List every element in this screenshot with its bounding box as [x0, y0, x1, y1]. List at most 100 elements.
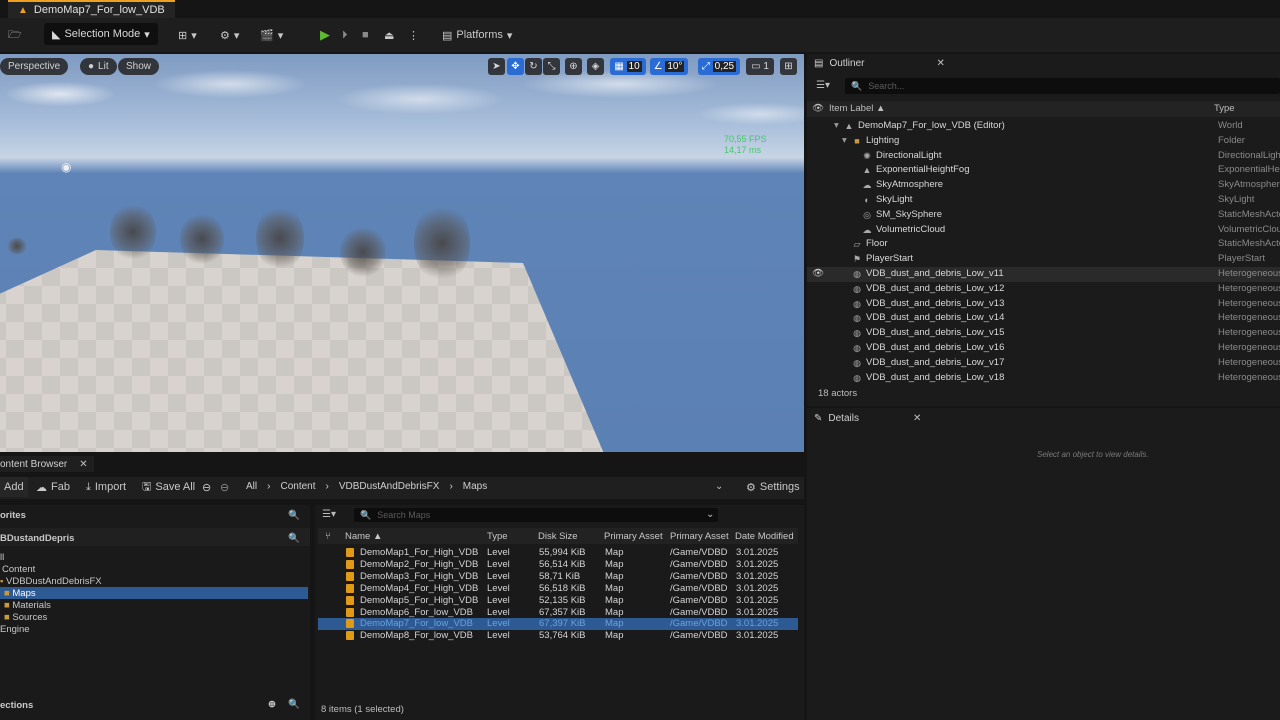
visibility-eye-icon[interactable]: 👁: [812, 268, 824, 279]
play-button[interactable]: ▶: [314, 23, 336, 47]
outliner-row[interactable]: ◍ VDB_dust_and_debris_Low_v17: [807, 356, 1280, 371]
expand-arrow-icon[interactable]: ▾: [834, 120, 839, 131]
close-icon[interactable]: ✕: [913, 413, 921, 424]
type-column-header[interactable]: Type: [487, 531, 508, 542]
outliner-row[interactable]: ▾ ■ Lighting: [807, 134, 1280, 149]
surface-snap-icon[interactable]: ◈: [587, 58, 604, 75]
primary-asset-type-column-header[interactable]: Primary Asset: [604, 531, 663, 542]
outliner-row[interactable]: ◍ VDB_dust_and_debris_Low_v15: [807, 326, 1280, 341]
search-icon[interactable]: 🔍: [288, 510, 300, 521]
tree-vdbdustanddebrisfx[interactable]: ▪ VDBDustAndDebrisFX: [0, 576, 102, 587]
asset-row[interactable]: DemoMap6_For_low_VDB Level 67,357 KiB Map/G…: [318, 607, 798, 619]
outliner-row[interactable]: 👁 ◍ VDB_dust_and_debris_Low_v11: [807, 267, 1280, 282]
level-viewport[interactable]: ◉: [0, 54, 804, 452]
player-start-icon[interactable]: ◉: [61, 160, 71, 174]
close-icon[interactable]: ✕: [936, 58, 944, 69]
import-button[interactable]: ⤓ Import: [80, 477, 132, 497]
settings-button[interactable]: ⚙ Settings: [740, 477, 806, 497]
add-button[interactable]: Add: [0, 477, 28, 497]
stop-button[interactable]: ■: [356, 23, 375, 47]
outliner-row[interactable]: ◎ SM_SkySphere: [807, 208, 1280, 223]
play-options-button[interactable]: ⋮: [402, 23, 425, 47]
asset-row[interactable]: DemoMap5_For_High_VDB Level 52,135 KiB Map /…: [318, 595, 798, 607]
disk-size-column-header[interactable]: Disk Size: [538, 531, 578, 542]
filter-icon[interactable]: ☰▾: [816, 80, 830, 91]
fab-button[interactable]: ☁ Fab: [30, 477, 76, 497]
scale-tool-icon[interactable]: ⤡: [543, 58, 560, 75]
chevron-down-icon[interactable]: ⌄: [715, 481, 723, 492]
name-column-header[interactable]: Name ▲: [345, 531, 382, 542]
cinematics-button[interactable]: 🎬 ▾: [254, 23, 289, 47]
world-local-icon[interactable]: ⊕: [565, 58, 582, 75]
view-mode-button[interactable]: ● Lit: [80, 58, 117, 75]
item-label-column-header[interactable]: Item Label ▲: [829, 103, 885, 114]
project-root[interactable]: BDustandDepris 🔍: [0, 533, 310, 544]
favorites-section[interactable]: orites 🔍: [0, 510, 310, 524]
primary-asset-name-column-header[interactable]: Primary Asset: [670, 531, 729, 542]
maximize-viewport-icon[interactable]: ⊞: [780, 58, 797, 75]
collections-section[interactable]: ections ⊕ 🔍: [0, 699, 310, 711]
platforms-button[interactable]: ▤ Platforms ▾: [436, 23, 518, 47]
outliner-search-input[interactable]: 🔍 Search...: [845, 78, 1280, 94]
add-actor-button[interactable]: ⊞ ▾: [172, 23, 203, 47]
asset-row[interactable]: DemoMap2_For_High_VDB Level 56,514 KiB Map /…: [318, 559, 798, 571]
tree-engine[interactable]: Engine: [0, 624, 30, 635]
outliner-row[interactable]: ▲ ExponentialHeightFog: [807, 163, 1280, 178]
perspective-button[interactable]: Perspective: [0, 58, 69, 75]
asset-search-input[interactable]: 🔍 Search Maps: [354, 508, 718, 522]
blueprint-button[interactable]: ⚙ ▾: [214, 23, 245, 47]
type-column-header[interactable]: Type: [1214, 103, 1235, 114]
vdb-smoke-volume[interactable]: [110, 202, 156, 262]
outliner-row[interactable]: ◍ VDB_dust_and_debris_Low_v18: [807, 371, 1280, 386]
asset-row[interactable]: DemoMap3_For_High_VDB Level 58,71 KiB Map/G…: [318, 571, 798, 583]
translate-tool-icon[interactable]: ✥: [507, 58, 524, 75]
select-tool-icon[interactable]: ➤: [488, 58, 505, 75]
breadcrumb-maps[interactable]: Maps: [463, 481, 487, 492]
asset-row[interactable]: DemoMap1_For_High_VDB Level 55,994 KiB Map /…: [318, 547, 798, 559]
rotate-tool-icon[interactable]: ↻: [525, 58, 542, 75]
floor-plane[interactable]: [0, 250, 628, 452]
save-current-icon[interactable]: 🗁: [2, 23, 28, 47]
outliner-row[interactable]: ◐ SkyLight: [807, 193, 1280, 208]
content-browser-tab[interactable]: ontent Browser ✕: [0, 456, 94, 472]
selection-mode-dropdown[interactable]: ◣ Selection Mode ▾: [44, 23, 158, 45]
history-forward-icon[interactable]: ⊖: [214, 477, 235, 497]
level-tab[interactable]: ▲ DemoMap7_For_low_VDB: [8, 0, 175, 18]
add-collection-icon[interactable]: ⊕: [268, 699, 276, 710]
outliner-row[interactable]: ▾ ▲ DemoMap7_For_low_VDB (Editor): [807, 119, 1280, 134]
outliner-row[interactable]: ▱ Floor: [807, 237, 1280, 252]
vdb-smoke-volume[interactable]: [180, 212, 224, 266]
tree-content[interactable]: Content: [2, 564, 35, 575]
camera-speed-button[interactable]: ▭ 1: [746, 58, 774, 75]
date-modified-column-header[interactable]: Date Modified: [735, 531, 794, 542]
outliner-row[interactable]: ⚑ PlayerStart: [807, 252, 1280, 267]
breadcrumb-vdbdustanddebrisfx[interactable]: VDBDustAndDebrisFX: [339, 481, 440, 492]
vdb-smoke-volume[interactable]: [6, 238, 28, 254]
vdb-smoke-volume[interactable]: [256, 204, 304, 272]
expand-arrow-icon[interactable]: ▾: [842, 135, 847, 146]
asset-row[interactable]: DemoMap8_For_low_VDB Level 53,764 KiB Map/G…: [318, 630, 798, 642]
filter-icon[interactable]: ☰▾: [322, 509, 336, 520]
outliner-tab[interactable]: ▤ Outliner ✕: [814, 55, 945, 71]
tree-maps[interactable]: ■ Maps: [4, 588, 36, 599]
outliner-row[interactable]: ◍ VDB_dust_and_debris_Low_v16: [807, 341, 1280, 356]
outliner-row[interactable]: ☁ VolumetricCloud: [807, 223, 1280, 238]
details-tab[interactable]: ✎ Details ✕: [814, 410, 921, 426]
show-button[interactable]: Show: [118, 58, 160, 75]
outliner-row[interactable]: ✺ DirectionalLight: [807, 149, 1280, 164]
vdb-smoke-volume[interactable]: [414, 202, 470, 284]
outliner-row[interactable]: ◍ VDB_dust_and_debris_Low_v12: [807, 282, 1280, 297]
tree-all[interactable]: ll: [0, 552, 4, 563]
tree-sources[interactable]: ■ Sources: [4, 612, 47, 623]
eject-button[interactable]: ⏏: [378, 23, 400, 47]
save-all-button[interactable]: 🖫 Save All: [136, 477, 201, 497]
search-icon[interactable]: 🔍: [288, 533, 300, 544]
breadcrumb-all[interactable]: All: [246, 481, 257, 492]
vdb-smoke-volume[interactable]: [340, 226, 386, 278]
angle-snap-button[interactable]: ∠ 10°: [650, 58, 688, 75]
outliner-row[interactable]: ◍ VDB_dust_and_debris_Low_v14: [807, 311, 1280, 326]
outliner-row[interactable]: ☁ SkyAtmosphere: [807, 178, 1280, 193]
asset-row[interactable]: DemoMap7_For_low_VDB Level 67,397 KiB Map/G…: [318, 618, 798, 631]
breadcrumb-content[interactable]: Content: [280, 481, 315, 492]
advance-frame-button[interactable]: ⏵: [336, 23, 354, 47]
